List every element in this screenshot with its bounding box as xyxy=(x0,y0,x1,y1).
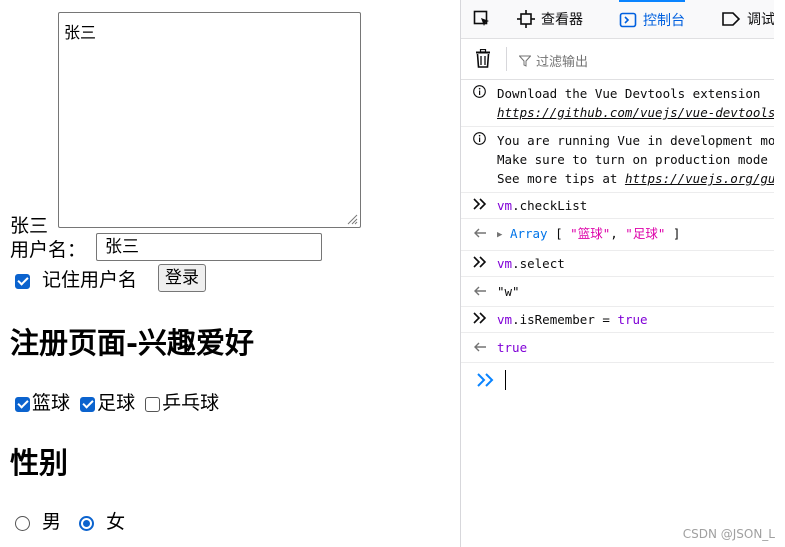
code-object: vm xyxy=(497,198,513,213)
code-property: .isRemember xyxy=(512,312,595,327)
hobby-label: 乒乓球 xyxy=(162,392,220,414)
username-input[interactable]: 张三 xyxy=(96,233,322,261)
hobby-heading: 注册页面-兴趣爱好 xyxy=(10,326,255,360)
tab-label: 查看器 xyxy=(541,11,583,28)
hobby-checkbox-football[interactable] xyxy=(80,396,96,412)
filter-input[interactable]: 过滤输出 xyxy=(519,51,588,70)
gender-label-female: 女 xyxy=(106,511,126,533)
vue-demo-page: 张三 张三 用户名： 张三 记住用户名 登录 注册页面-兴趣爱好 篮球 足球 乒… xyxy=(0,0,460,547)
console-command: vm.select xyxy=(461,251,774,277)
console-toolbar: 过滤输出 xyxy=(461,39,774,80)
result-boolean: true xyxy=(497,340,528,355)
gender-group: 男 女 xyxy=(15,507,125,534)
command-chevron-icon xyxy=(473,198,487,210)
name-textarea[interactable]: 张三 xyxy=(58,12,361,228)
console-info-message: You are running Vue in development mode.… xyxy=(461,127,774,193)
hobby-label: 足球 xyxy=(97,392,136,414)
devtools-tabbar: 查看器 控制台 调试 xyxy=(461,0,774,39)
element-picker-icon[interactable] xyxy=(473,10,491,28)
tab-debugger[interactable]: 调试 xyxy=(721,0,774,37)
console-result: "w" xyxy=(461,277,774,307)
remember-row: 记住用户名 xyxy=(15,265,137,292)
filter-placeholder: 过滤输出 xyxy=(536,55,589,70)
console-info-message: Download the Vue Devtools extension http… xyxy=(461,80,774,127)
textarea-value: 张三 xyxy=(64,23,97,42)
console-result: ▶ Array [ "篮球", "足球" ] xyxy=(461,219,774,251)
inspector-icon xyxy=(517,9,535,28)
login-button[interactable]: 登录 xyxy=(158,264,206,292)
info-text: You are running Vue in development mode. xyxy=(497,133,774,148)
debugger-icon xyxy=(722,11,741,26)
expand-triangle-icon[interactable]: ▶ xyxy=(497,230,502,240)
hobby-checkbox-pingpong[interactable] xyxy=(145,396,161,412)
tab-label: 调试 xyxy=(747,11,774,28)
console-command: vm.checkList xyxy=(461,193,774,219)
array-item: "足球" xyxy=(625,226,666,241)
remember-label: 记住用户名 xyxy=(42,269,138,291)
console-input[interactable] xyxy=(461,363,774,397)
array-item: "篮球" xyxy=(570,226,611,241)
array-separator: , xyxy=(610,226,626,241)
hobby-group: 篮球 足球 乒乓球 xyxy=(15,388,223,415)
command-chevron-icon xyxy=(473,312,487,324)
username-value: 张三 xyxy=(105,237,139,257)
resize-grip-icon[interactable] xyxy=(346,213,358,225)
result-arrow-icon xyxy=(474,342,486,352)
tab-inspector[interactable]: 查看器 xyxy=(517,0,583,37)
result-string: "w" xyxy=(497,284,520,299)
devtools-panel: 查看器 控制台 调试 过滤输出 Download the Vue Devtool… xyxy=(460,0,774,547)
prompt-chevron-icon xyxy=(477,373,494,387)
vue-deploy-link[interactable]: https://vuejs.org/guide/deployment.html xyxy=(625,171,774,186)
remember-checkbox[interactable] xyxy=(15,273,30,289)
result-arrow-icon xyxy=(474,286,486,296)
gender-radio-male[interactable] xyxy=(15,515,30,531)
info-text: Download the Vue Devtools extension xyxy=(497,86,761,101)
code-property: .select xyxy=(512,256,565,271)
code-operator: = xyxy=(594,312,618,327)
result-arrow-icon xyxy=(474,228,486,238)
info-icon xyxy=(473,132,486,145)
info-icon xyxy=(473,85,486,98)
gender-heading: 性别 xyxy=(10,446,69,480)
array-bracket: [ xyxy=(547,226,571,241)
name-display: 张三 xyxy=(10,215,49,237)
code-property: .checkList xyxy=(512,198,588,213)
array-type: Array xyxy=(509,226,548,241)
array-bracket: ] xyxy=(665,226,681,241)
console-icon xyxy=(619,12,637,28)
filter-icon xyxy=(519,55,531,67)
info-text: See more tips at xyxy=(497,171,625,186)
console-result: true xyxy=(461,333,774,363)
text-caret xyxy=(505,370,506,390)
hobby-item-pingpong: 乒乓球 xyxy=(145,392,219,414)
hobby-item-basketball: 篮球 xyxy=(15,392,76,414)
hobby-item-football: 足球 xyxy=(80,392,141,414)
hobby-checkbox-basketball[interactable] xyxy=(15,396,30,412)
info-text: Make sure to turn on production mode xyxy=(497,152,768,167)
username-label: 用户名： xyxy=(10,239,87,261)
command-chevron-icon xyxy=(473,256,487,268)
code-object: vm xyxy=(497,256,513,271)
tab-label: 控制台 xyxy=(643,13,685,29)
trash-icon[interactable] xyxy=(475,49,491,68)
vue-devtools-link[interactable]: https://github.com/vuejs/vue-devtools xyxy=(497,105,774,120)
toolbar-divider xyxy=(506,47,507,71)
console-command: vm.isRemember = true xyxy=(461,307,774,333)
watermark: CSDN @JSON_L xyxy=(682,527,775,541)
code-boolean: true xyxy=(617,312,648,327)
hobby-label: 篮球 xyxy=(32,392,71,414)
gender-label-male: 男 xyxy=(42,511,62,533)
tab-console[interactable]: 控制台 xyxy=(619,0,685,38)
code-object: vm xyxy=(497,312,513,327)
gender-radio-female[interactable] xyxy=(79,515,95,531)
console-output: Download the Vue Devtools extension http… xyxy=(461,80,774,397)
